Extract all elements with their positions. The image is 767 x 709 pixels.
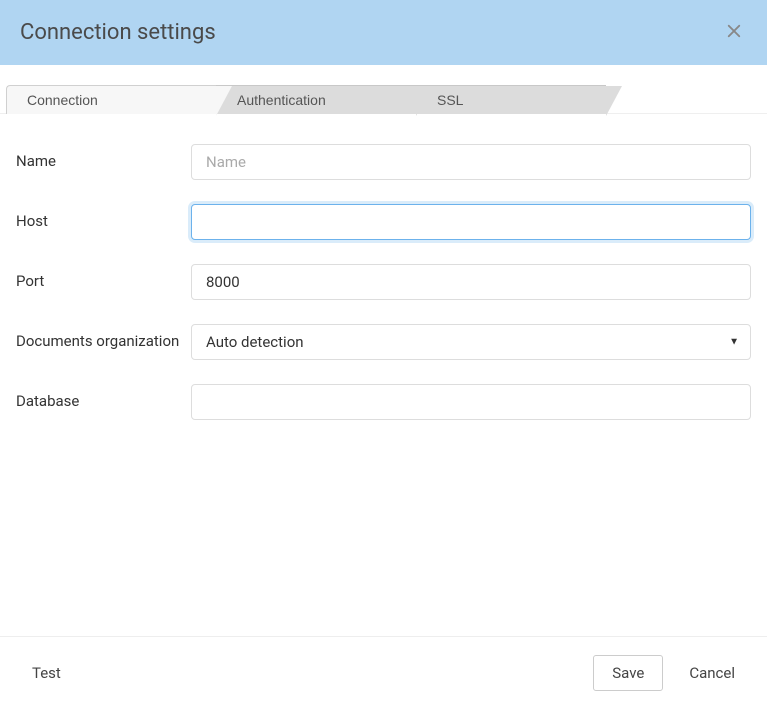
row-port: Port — [16, 264, 751, 300]
close-icon — [725, 22, 743, 43]
tab-label: Connection — [27, 92, 98, 108]
tab-ssl[interactable]: SSL — [406, 85, 606, 114]
dialog-title: Connection settings — [20, 20, 216, 45]
tab-connection[interactable]: Connection — [6, 85, 216, 114]
docs-org-select[interactable]: Auto detection — [191, 324, 751, 360]
dialog-footer: Test Save Cancel — [0, 636, 767, 709]
port-input[interactable] — [191, 264, 751, 300]
label-database: Database — [16, 384, 191, 410]
name-input[interactable] — [191, 144, 751, 180]
connection-form: Name Host Port Documents organization Au… — [0, 114, 767, 460]
row-database: Database — [16, 384, 751, 420]
close-button[interactable] — [721, 18, 747, 47]
host-input[interactable] — [191, 204, 751, 240]
save-button[interactable]: Save — [593, 655, 663, 691]
database-input[interactable] — [191, 384, 751, 420]
label-docs-org: Documents organization — [16, 324, 191, 350]
row-host: Host — [16, 204, 751, 240]
label-name: Name — [16, 144, 191, 170]
label-port: Port — [16, 264, 191, 290]
tabs-bar: Connection Authentication SSL — [0, 65, 767, 114]
tab-label: Authentication — [237, 92, 326, 108]
test-button[interactable]: Test — [28, 658, 65, 688]
row-docs-org: Documents organization Auto detection ▼ — [16, 324, 751, 360]
label-host: Host — [16, 204, 191, 230]
tab-authentication[interactable]: Authentication — [206, 85, 416, 114]
tab-label: SSL — [437, 92, 463, 108]
dialog-header: Connection settings — [0, 0, 767, 65]
row-name: Name — [16, 144, 751, 180]
cancel-button[interactable]: Cancel — [685, 658, 739, 688]
